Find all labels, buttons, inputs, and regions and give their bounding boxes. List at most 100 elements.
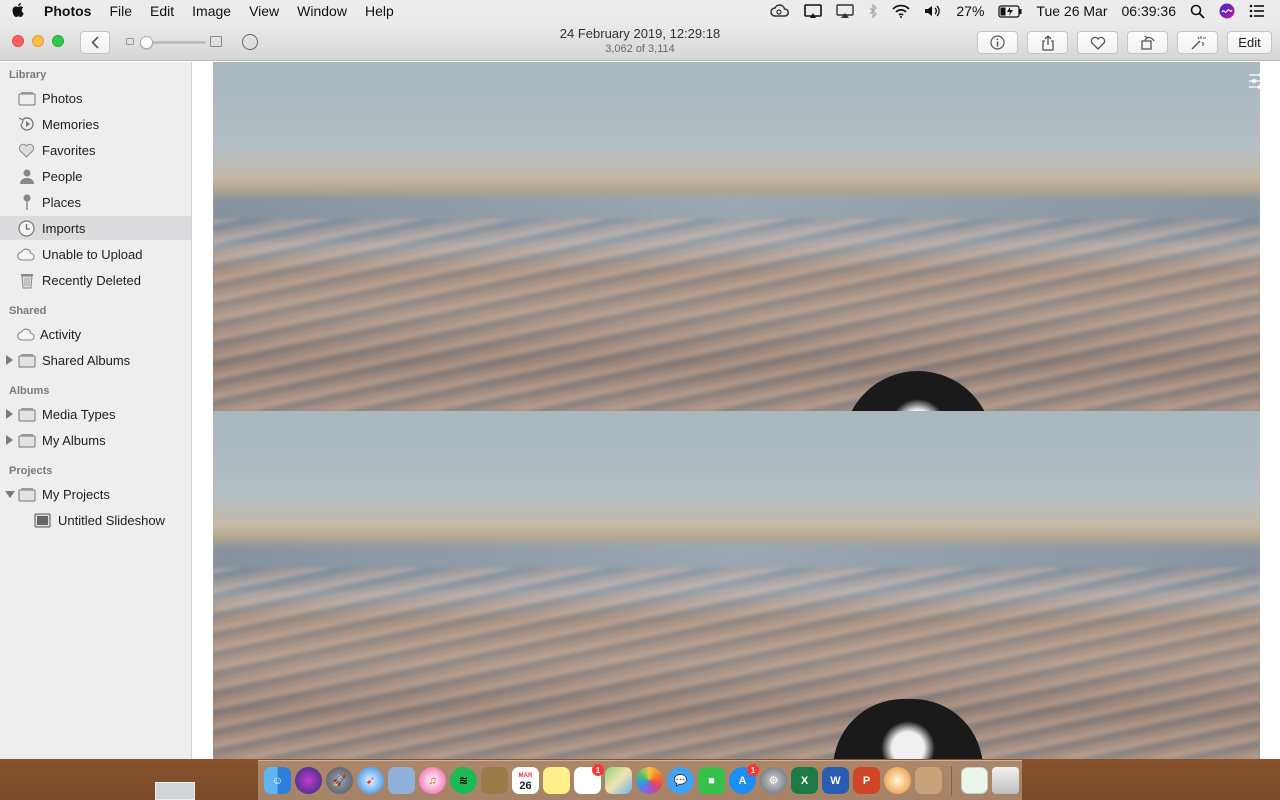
adjust-sliders-icon[interactable] — [1248, 72, 1260, 90]
date-display[interactable]: Tue 26 Mar — [1029, 0, 1114, 22]
sidebar-item-favorites[interactable]: Favorites — [0, 138, 191, 162]
sidebar-item-shared-albums[interactable]: Shared Albums — [0, 348, 191, 372]
projects-section-header: Projects — [9, 465, 53, 477]
heart-icon — [1090, 36, 1105, 50]
trash-icon[interactable] — [992, 767, 1019, 794]
info-button[interactable] — [977, 31, 1018, 54]
photos-icon[interactable] — [636, 767, 663, 794]
wifi-icon[interactable] — [885, 0, 917, 22]
app-store-icon[interactable]: A 1 — [729, 764, 759, 794]
desktop-file-thumbnail[interactable] — [155, 782, 195, 800]
sidebar-item-memories[interactable]: Memories — [0, 112, 191, 136]
powerpoint-icon[interactable]: P — [853, 767, 880, 794]
help-menu[interactable]: Help — [356, 0, 403, 22]
close-window-button[interactable] — [12, 35, 24, 47]
disclosure-triangle-icon[interactable] — [5, 491, 15, 498]
album-stack-icon — [17, 485, 36, 503]
live-photo-icon[interactable] — [242, 34, 258, 50]
photo-position: 3,062 of 3,114 — [605, 43, 675, 55]
share-button[interactable] — [1027, 31, 1068, 54]
photos-window: 24 February 2019, 12:29:18 3,062 of 3,11… — [0, 22, 1280, 759]
file-menu[interactable]: File — [100, 0, 141, 22]
zoom-slider[interactable] — [126, 34, 222, 50]
siri-icon[interactable] — [1212, 0, 1242, 22]
maps-icon[interactable] — [605, 767, 632, 794]
finder-icon[interactable]: ☺ — [264, 767, 291, 794]
messages-icon[interactable]: 💬 — [667, 767, 694, 794]
view-menu[interactable]: View — [240, 0, 288, 22]
library-section-header: Library — [9, 69, 47, 81]
itunes-icon[interactable]: ♫ — [419, 767, 446, 794]
albums-section-header: Albums — [9, 385, 50, 397]
spotify-icon[interactable]: ≋ — [450, 767, 477, 794]
sidebar-item-activity[interactable]: Activity — [0, 322, 191, 346]
xcode-tools-icon[interactable] — [915, 767, 942, 794]
sidebar-item-unable-to-upload[interactable]: Unable to Upload — [0, 242, 191, 266]
word-icon[interactable]: W — [822, 767, 849, 794]
excel-icon[interactable]: X — [791, 767, 818, 794]
photo-image[interactable] — [213, 62, 1260, 411]
sidebar-item-photos[interactable]: Photos — [0, 86, 191, 110]
zoom-slider-knob[interactable] — [140, 36, 153, 49]
app-store-badge: 1 — [747, 764, 759, 776]
fullscreen-window-button[interactable] — [52, 35, 64, 47]
spotlight-search-icon[interactable] — [1183, 0, 1212, 22]
bluetooth-icon[interactable] — [861, 0, 885, 22]
notification-center-icon[interactable] — [1242, 0, 1272, 22]
preview-2-icon[interactable] — [884, 767, 911, 794]
calendar-icon[interactable]: MAR 26 — [512, 767, 539, 794]
sidebar-item-imports[interactable]: Imports — [0, 216, 191, 240]
notes-icon[interactable] — [543, 767, 570, 794]
rotate-button[interactable] — [1127, 31, 1168, 54]
preview-icon[interactable] — [388, 767, 415, 794]
battery-icon[interactable] — [991, 0, 1029, 22]
album-stack-icon — [17, 405, 36, 423]
trash-icon — [17, 271, 36, 289]
memories-icon — [17, 115, 36, 133]
favorite-button[interactable] — [1077, 31, 1118, 54]
edit-menu[interactable]: Edit — [141, 0, 183, 22]
apple-menu-icon[interactable] — [0, 3, 38, 19]
volume-icon[interactable] — [917, 0, 949, 22]
photo-viewer[interactable] — [193, 62, 1280, 759]
photo-image-duplicate[interactable] — [213, 411, 1260, 759]
airplay-icon[interactable] — [829, 0, 861, 22]
sidebar-item-recently-deleted[interactable]: Recently Deleted — [0, 268, 191, 292]
reminders-icon[interactable]: 1 — [574, 764, 604, 794]
calendar-month: MAR — [518, 772, 533, 779]
sidebar-item-places[interactable]: Places — [0, 190, 191, 214]
sidebar-item-my-albums[interactable]: My Albums — [0, 428, 191, 452]
downloads-icon[interactable] — [961, 767, 988, 794]
back-button[interactable] — [80, 31, 110, 54]
window-menu[interactable]: Window — [288, 0, 356, 22]
cloud-icon — [17, 325, 36, 343]
clock[interactable]: 06:39:36 — [1115, 0, 1184, 22]
launchpad-icon[interactable]: 🚀 — [326, 767, 353, 794]
disclosure-triangle-icon[interactable] — [6, 355, 13, 365]
enhance-button[interactable] — [1177, 31, 1218, 54]
sidebar-item-media-types[interactable]: Media Types — [0, 402, 191, 426]
sidebar-item-untitled-slideshow[interactable]: Untitled Slideshow — [0, 508, 191, 532]
sidebar-item-my-projects[interactable]: My Projects — [0, 482, 191, 506]
sidebar-item-people[interactable]: People — [0, 164, 191, 188]
creative-cloud-icon[interactable] — [763, 0, 797, 22]
system-preferences-icon[interactable]: ⚙ — [760, 767, 787, 794]
slideshow-icon — [33, 511, 52, 529]
disclosure-triangle-icon[interactable] — [6, 435, 13, 445]
screen-mirroring-icon[interactable] — [797, 0, 829, 22]
siri-icon[interactable] — [295, 767, 322, 794]
photo-sand-region — [213, 567, 1260, 759]
minimize-window-button[interactable] — [32, 35, 44, 47]
disclosure-triangle-icon[interactable] — [6, 409, 13, 419]
edit-button[interactable]: Edit — [1227, 31, 1272, 54]
image-menu[interactable]: Image — [183, 0, 240, 22]
share-icon — [1041, 34, 1054, 51]
battery-percent[interactable]: 27% — [949, 0, 991, 22]
facetime-icon[interactable]: ■ — [698, 767, 725, 794]
shared-section-header: Shared — [9, 305, 47, 317]
notebook-icon[interactable] — [481, 767, 508, 794]
map-pin-icon — [17, 193, 36, 211]
safari-icon[interactable]: ➹ — [357, 767, 384, 794]
app-menu[interactable]: Photos — [38, 0, 100, 22]
chevron-left-icon — [91, 36, 99, 49]
